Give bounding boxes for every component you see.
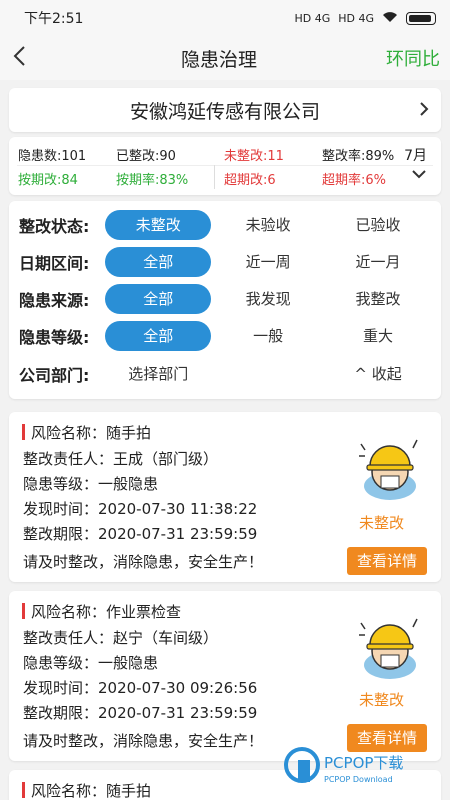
- signal-icon-2: HD 4G: [338, 11, 374, 25]
- signal-icon: HD 4G: [294, 11, 331, 25]
- stat-total: 隐患数:101: [18, 149, 87, 164]
- battery-icon: [406, 11, 436, 25]
- card-accent-bar: [22, 782, 25, 798]
- card-note: 请及时整改，消除隐患，安全生产！: [23, 553, 264, 571]
- filter-panel: 整改状态: 未整改 未验收 已验收 日期区间: 全部 近一周 近一月 隐患来源:…: [9, 201, 441, 399]
- filter-option[interactable]: 全部: [105, 321, 212, 351]
- chevron-down-icon[interactable]: [411, 167, 427, 183]
- filter-option[interactable]: 我整改: [325, 284, 431, 314]
- collapse-button[interactable]: ^ 收起: [325, 359, 431, 389]
- filter-row-date: 日期区间: 全部 近一周 近一月: [19, 246, 435, 278]
- filter-option[interactable]: 未验收: [215, 210, 321, 240]
- card-accent-bar: [22, 424, 25, 440]
- stat-done: 已整改:90: [116, 149, 176, 164]
- filter-label: 隐患来源:: [19, 291, 90, 310]
- filter-label: 公司部门:: [19, 366, 90, 385]
- worker-illustration-icon: [359, 439, 418, 500]
- chevron-up-icon: ^: [354, 365, 372, 383]
- card-deadline: 整改期限：2020-07-31 23:59:59: [23, 525, 258, 543]
- filter-option[interactable]: 全部: [105, 247, 212, 277]
- card-found-time: 发现时间：2020-07-30 11:38:22: [23, 500, 258, 518]
- collapse-label: 收起: [371, 365, 402, 383]
- stat-overdue-rate: 超期率:6%: [322, 173, 387, 188]
- status-badge: 未整改: [359, 514, 405, 532]
- nav-bar: 隐患治理 环同比: [0, 36, 450, 80]
- filter-option[interactable]: 近一周: [215, 247, 321, 277]
- view-detail-button[interactable]: 查看详情: [347, 547, 427, 575]
- card-risk: 风险名称：随手拍: [31, 782, 152, 800]
- divider: [17, 165, 433, 166]
- status-bar: 下午2:51 HD 4G HD 4G: [0, 0, 450, 36]
- card-level: 隐患等级：一般隐患: [23, 654, 159, 672]
- stat-ontime: 按期改:84: [18, 173, 78, 188]
- filter-row-source: 隐患来源: 全部 我发现 我整改: [19, 283, 435, 315]
- filter-option[interactable]: 重大: [325, 321, 431, 351]
- back-icon[interactable]: [12, 45, 52, 72]
- filter-row-level: 隐患等级: 全部 一般 重大: [19, 320, 435, 352]
- card-risk: 风险名称：随手拍: [31, 424, 152, 442]
- card-deadline: 整改期限：2020-07-31 23:59:59: [23, 704, 258, 722]
- wifi-icon: [382, 11, 398, 26]
- stat-undone: 未整改:11: [224, 149, 284, 164]
- card-accent-bar: [22, 603, 25, 619]
- stats-panel: 隐患数:101 已整改:90 未整改:11 整改率:89% 7月 按期改:84 …: [9, 137, 441, 195]
- hazard-card[interactable]: 风险名称：随手拍 整改责任人：王成（部门级） 隐患等级：一般隐患 发现时间：20…: [9, 412, 441, 582]
- company-selector[interactable]: 安徽鸿延传感有限公司: [9, 88, 441, 132]
- select-dept-button[interactable]: 选择部门: [105, 359, 211, 389]
- filter-row-status: 整改状态: 未整改 未验收 已验收: [19, 209, 435, 241]
- filter-row-dept: 公司部门: 选择部门 ^ 收起: [19, 358, 435, 390]
- card-found-time: 发现时间：2020-07-30 09:26:56: [23, 679, 258, 697]
- status-time: 下午2:51: [24, 11, 84, 27]
- filter-option[interactable]: 近一月: [325, 247, 431, 277]
- compare-button[interactable]: 环同比: [386, 45, 440, 71]
- card-risk: 风险名称：作业票检查: [31, 603, 182, 621]
- watermark-sub: PCPOP Download: [324, 775, 393, 784]
- status-icons: HD 4G HD 4G: [294, 11, 436, 26]
- filter-option[interactable]: 未整改: [105, 210, 212, 240]
- card-owner: 整改责任人：王成（部门级）: [23, 450, 219, 468]
- card-level: 隐患等级：一般隐患: [23, 475, 159, 493]
- pcpop-watermark-logo: PCPOP下载 PCPOP Download: [284, 747, 403, 784]
- card-owner: 整改责任人：赵宁（车间级）: [23, 629, 219, 647]
- page-title: 隐患治理: [180, 48, 257, 71]
- stat-overdue: 超期改:6: [224, 173, 276, 188]
- chevron-right-icon: [419, 98, 429, 122]
- card-note: 请及时整改，消除隐患，安全生产！: [23, 732, 264, 750]
- month-selector[interactable]: 7月: [404, 145, 427, 165]
- hazard-card[interactable]: 风险名称：作业票检查 整改责任人：赵宁（车间级） 隐患等级：一般隐患 发现时间：…: [9, 591, 441, 761]
- filter-label: 日期区间:: [19, 254, 90, 273]
- divider: [214, 165, 215, 189]
- filter-option[interactable]: 我发现: [215, 284, 321, 314]
- filter-option[interactable]: 全部: [105, 284, 212, 314]
- company-name: 安徽鸿延传感有限公司: [129, 100, 320, 123]
- filter-option[interactable]: 一般: [215, 321, 321, 351]
- watermark-brand: PCPOP下载: [324, 754, 403, 772]
- filter-label: 隐患等级:: [19, 328, 90, 347]
- filter-label: 整改状态:: [19, 217, 90, 236]
- stat-ontime-rate: 按期率:83%: [116, 173, 189, 188]
- status-badge: 未整改: [359, 691, 405, 709]
- filter-option[interactable]: 已验收: [325, 210, 431, 240]
- worker-illustration-icon: [359, 618, 418, 679]
